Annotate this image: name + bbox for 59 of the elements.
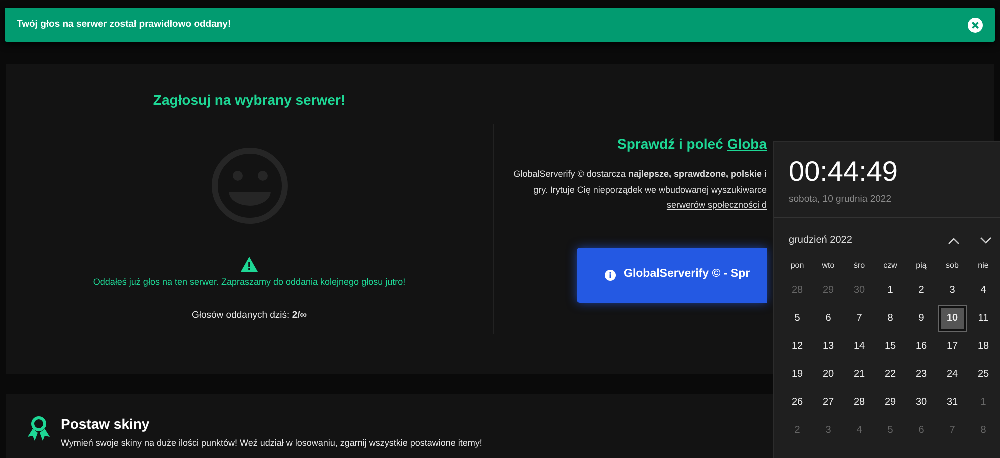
calendar-day[interactable]: 21 [846, 362, 873, 387]
calendar-day[interactable]: 30 [908, 390, 935, 415]
calendar-day[interactable]: 1 [877, 278, 904, 303]
calendar-day[interactable]: 22 [877, 362, 904, 387]
calendar-day[interactable]: 19 [784, 362, 811, 387]
weekday-label: czw [882, 260, 898, 272]
calendar-day[interactable]: 18 [970, 334, 997, 359]
chevron-down-icon[interactable] [980, 236, 992, 245]
calendar-day[interactable]: 11 [970, 306, 997, 331]
promo-link[interactable]: serwerów społeczności d [666, 199, 767, 212]
clock-date: sobota, 10 grudnia 2022 [789, 193, 892, 207]
calendar-day[interactable]: 17 [939, 334, 966, 359]
calendar-day[interactable]: 6 [815, 306, 842, 331]
calendar-day[interactable]: 20 [815, 362, 842, 387]
section-description: Wymień swoje skiny na duże ilości punktów! Weź udział w losowaniu, zgarnij wszystkie postawione itemy! [61, 437, 482, 450]
calendar-day[interactable]: 2 [908, 278, 935, 303]
calendar-day[interactable]: 27 [815, 390, 842, 415]
calendar-day[interactable]: 14 [846, 334, 873, 359]
vote-notice: Oddałeś już głos na ten serwer. Zapraszamy do oddania kolejnego głosu jutro! [93, 276, 406, 289]
calendar-day[interactable]: 9 [908, 306, 935, 331]
weekday-label: wto [821, 260, 836, 272]
calendar-day[interactable]: 8 [877, 306, 904, 331]
calendar-day[interactable]: 5 [784, 306, 811, 331]
vote-counter: Głosów oddanych dziś: 2/∞ [192, 308, 308, 322]
weekday-label: sob [945, 260, 960, 272]
calendar-day[interactable]: 12 [784, 334, 811, 359]
calendar-day[interactable]: 31 [939, 390, 966, 415]
month-label[interactable]: grudzień 2022 [789, 233, 852, 248]
calendar-day[interactable]: 29 [877, 390, 904, 415]
calendar-day[interactable]: 13 [815, 334, 842, 359]
warning-icon [241, 257, 258, 272]
title-link[interactable]: Globa [727, 134, 767, 155]
weekday-label: śro [852, 260, 866, 272]
calendar-day[interactable]: 7 [846, 306, 873, 331]
toast-message: Twój głos na serwer został prawidłowo oddany! [17, 18, 232, 32]
chevron-up-icon[interactable] [948, 236, 960, 245]
weekday-label: pon [790, 260, 806, 272]
calendar-day[interactable]: 25 [970, 362, 997, 387]
calendar-day[interactable]: 16 [908, 334, 935, 359]
clock-time: 00:44:49 [789, 156, 899, 188]
calendar-day[interactable]: 10 [939, 306, 966, 331]
weekday-label: nie [977, 260, 990, 272]
calendar-day[interactable]: 3 [939, 278, 966, 303]
calendar-day[interactable]: 4 [970, 278, 997, 303]
panel-title: Sprawdź i poleć [618, 135, 724, 154]
panel-title: Zagłosuj na wybrany serwer! [153, 91, 346, 110]
calendar-day[interactable]: 23 [908, 362, 935, 387]
calendar-day[interactable]: 26 [784, 390, 811, 415]
promo-button[interactable]: GlobalServerify © - Spr [577, 248, 767, 302]
promo-text: GlobalServerify © dostarcza najlepsze, sprawdzone, polskie i [514, 168, 767, 181]
calendar-day[interactable]: 15 [877, 334, 904, 359]
promo-text: gry. Irytuje Cię nieporządek we wbudowanej wyszukiwarce [534, 184, 767, 197]
calendar-day[interactable]: 24 [939, 362, 966, 387]
section-title: Postaw skiny [61, 415, 151, 434]
info-icon [605, 270, 616, 280]
close-icon[interactable] [968, 18, 983, 32]
award-icon [28, 416, 50, 442]
calendar-day[interactable]: 28 [846, 390, 873, 415]
weekday-label: pią [915, 260, 928, 272]
